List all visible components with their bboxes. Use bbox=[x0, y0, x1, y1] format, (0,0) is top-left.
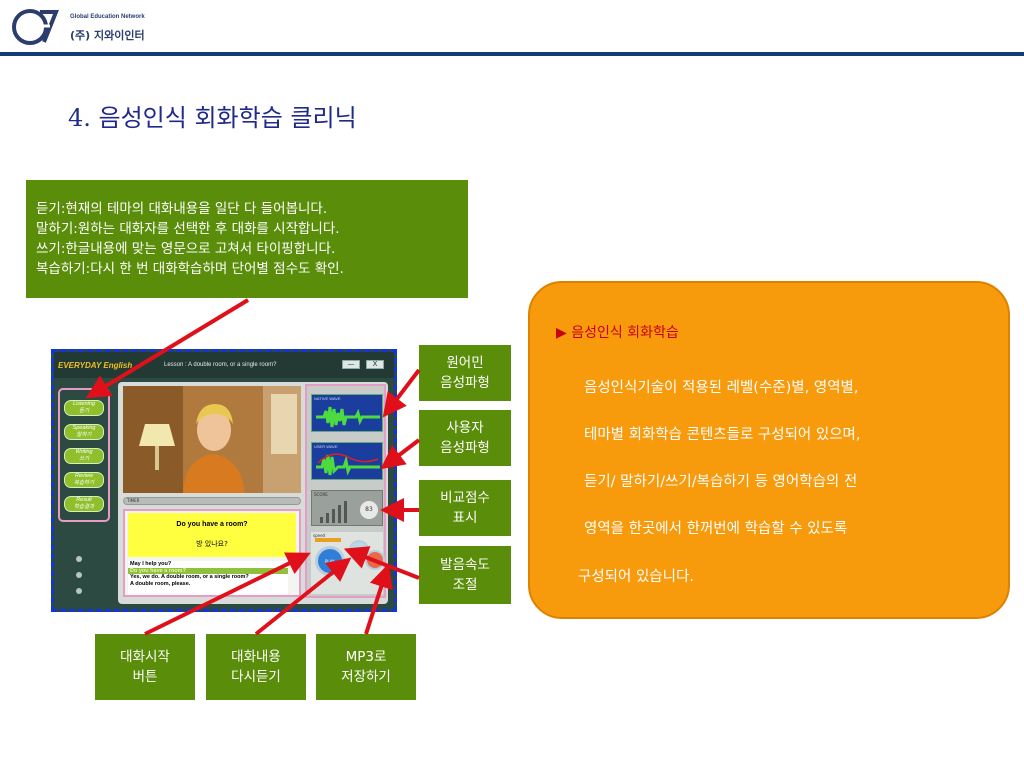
score-display: SCORE 83 bbox=[311, 490, 383, 526]
feature-line: 영역을 한곳에서 한꺼번에 학습할 수 있도록 bbox=[584, 521, 848, 537]
dialog-list[interactable]: May I help you? Do you have a room? Yes,… bbox=[128, 561, 288, 595]
close-button[interactable]: X bbox=[366, 360, 384, 369]
callout-text: 대화시작 bbox=[120, 649, 170, 665]
sidebar-item-sublabel: 쓰기 bbox=[78, 456, 90, 462]
sidebar-item-sublabel: 복습하기 bbox=[73, 480, 95, 486]
indicator-dot bbox=[76, 572, 82, 578]
callout-user-wave: 사용자 음성파형 bbox=[419, 410, 511, 466]
callout-text: 저장하기 bbox=[341, 669, 391, 685]
sidebar-item-label: Listening bbox=[72, 401, 96, 407]
timer-label: TIMER bbox=[127, 498, 140, 503]
callout-text: 사용자 bbox=[446, 420, 484, 436]
sidebar-item-speaking[interactable]: Speaking 말하기 bbox=[64, 424, 104, 440]
user-wave-display: USER WAVE bbox=[311, 442, 383, 480]
analysis-panel: NATIVE WAVE USER WAVE SCORE 83 speed PLA… bbox=[305, 384, 386, 598]
callout-mp3: MP3로 저장하기 bbox=[316, 634, 416, 700]
speed-slider[interactable] bbox=[315, 538, 341, 542]
sidebar-item-label: Writing bbox=[75, 449, 93, 455]
description-line: 쓰기:한글내용에 맞는 영문으로 고쳐서 타이핑합니다. bbox=[36, 241, 336, 257]
app-logo: EVERYDAY English bbox=[58, 361, 133, 370]
sidebar-item-sublabel: 듣기 bbox=[78, 408, 90, 414]
sidebar-item-review[interactable]: Review 복습하기 bbox=[64, 472, 104, 488]
minimize-button[interactable]: — bbox=[342, 360, 360, 369]
sidebar-item-label: Speaking bbox=[72, 425, 96, 431]
header-divider bbox=[0, 52, 1024, 56]
callout-native-wave: 원어민 음성파형 bbox=[419, 345, 511, 401]
callout-text: 원어민 bbox=[446, 355, 484, 371]
indicator-dot bbox=[76, 588, 82, 594]
app-screenshot: EVERYDAY English Lesson : A double room,… bbox=[51, 349, 397, 612]
header-bar: Global Education Network (주) 지와이인터 bbox=[0, 0, 1024, 52]
teacher-video-image bbox=[123, 386, 301, 493]
sentence-korean: 방 있나요? bbox=[196, 540, 228, 548]
dialog-line[interactable]: A double room, please. bbox=[128, 581, 288, 588]
callout-text: 음성파형 bbox=[440, 440, 490, 456]
sidebar-item-label: Result bbox=[76, 497, 92, 503]
sidebar-item-sublabel: 학습결과 bbox=[73, 504, 95, 510]
user-wave-label: USER WAVE bbox=[314, 444, 338, 449]
callout-speed: 발음속도 조절 bbox=[419, 546, 511, 604]
sidebar-item-label: Review bbox=[74, 473, 94, 479]
start-conversation-button[interactable]: PLAY bbox=[315, 546, 345, 576]
feature-line: 음성인식기술이 적용된 레벨(수준)별, 영역별, bbox=[584, 380, 859, 396]
page-title: 4. 음성인식 회화학습 클리닉 bbox=[68, 104, 357, 132]
play-label: PLAY bbox=[325, 559, 335, 564]
description-line: 듣기:현재의 테마의 대화내용을 일단 다 들어봅니다. bbox=[36, 201, 328, 217]
callout-text: 조절 bbox=[452, 577, 478, 593]
sidebar-item-sublabel: 말하기 bbox=[76, 432, 92, 438]
control-panel: speed PLAY bbox=[311, 532, 385, 594]
mp3-save-button[interactable] bbox=[365, 550, 385, 570]
brand-tagline: Global Education Network bbox=[70, 14, 145, 20]
app-title-bar: EVERYDAY English Lesson : A double room,… bbox=[54, 352, 394, 378]
native-wave-display: NATIVE WAVE bbox=[311, 394, 383, 432]
callout-text: 표시 bbox=[452, 510, 478, 526]
feature-line: 듣기/ 말하기/쓰기/복습하기 등 영어학습의 전 bbox=[584, 474, 858, 490]
score-value: 83 bbox=[360, 501, 378, 519]
callout-text: 대화내용 bbox=[231, 649, 281, 665]
sidebar-item-writing[interactable]: Writing 쓰기 bbox=[64, 448, 104, 464]
feature-line: 구성되어 있습니다. bbox=[578, 569, 694, 585]
native-wave-label: NATIVE WAVE bbox=[314, 396, 341, 401]
playback-progress-bar[interactable]: TIMER bbox=[123, 497, 301, 505]
callout-text: 다시듣기 bbox=[231, 669, 281, 685]
description-line: 복습하기:다시 한 번 대화학습하며 단어별 점수도 확인. bbox=[36, 261, 344, 277]
app-main-panel: TIMER Do you have a room? 방 있나요? May I h… bbox=[118, 382, 388, 604]
app-sidebar: Listening 듣기 Speaking 말하기 Writing 쓰기 Rev… bbox=[58, 388, 110, 522]
lesson-title: Lesson : A double room, or a single room… bbox=[164, 362, 277, 368]
callout-replay: 대화내용 다시듣기 bbox=[206, 634, 306, 700]
callout-text: 발음속도 bbox=[440, 557, 490, 573]
dialog-panel: Do you have a room? 방 있나요? May I help yo… bbox=[123, 509, 301, 597]
sidebar-item-listening[interactable]: Listening 듣기 bbox=[64, 400, 104, 416]
sidebar-item-result[interactable]: Result 학습결과 bbox=[64, 496, 104, 512]
callout-text: 음성파형 bbox=[440, 375, 490, 391]
conversation-video bbox=[123, 386, 301, 493]
description-box: 듣기:현재의 테마의 대화내용을 일단 다 들어봅니다. 말하기:원하는 대화자… bbox=[26, 180, 468, 298]
brand-name: (주) 지와이인터 bbox=[70, 29, 145, 42]
callout-text: MP3로 bbox=[345, 649, 387, 665]
sentence-english: Do you have a room? bbox=[176, 521, 248, 528]
callout-text: 버튼 bbox=[132, 669, 158, 685]
indicator-dot bbox=[76, 556, 82, 562]
callout-text: 비교점수 bbox=[440, 490, 490, 506]
callout-start-button: 대화시작 버튼 bbox=[95, 634, 195, 700]
feature-title: ▶ 음성인식 회화학습 bbox=[556, 325, 679, 341]
current-sentence-box: Do you have a room? 방 있나요? bbox=[128, 513, 296, 557]
feature-line: 테마별 회화학습 콘텐츠들로 구성되어 있으며, bbox=[584, 427, 861, 443]
callout-score: 비교점수 표시 bbox=[419, 480, 511, 536]
description-line: 말하기:원하는 대화자를 선택한 후 대화를 시작합니다. bbox=[36, 221, 340, 237]
company-logo-icon bbox=[12, 9, 59, 45]
score-bars-icon bbox=[320, 501, 347, 523]
